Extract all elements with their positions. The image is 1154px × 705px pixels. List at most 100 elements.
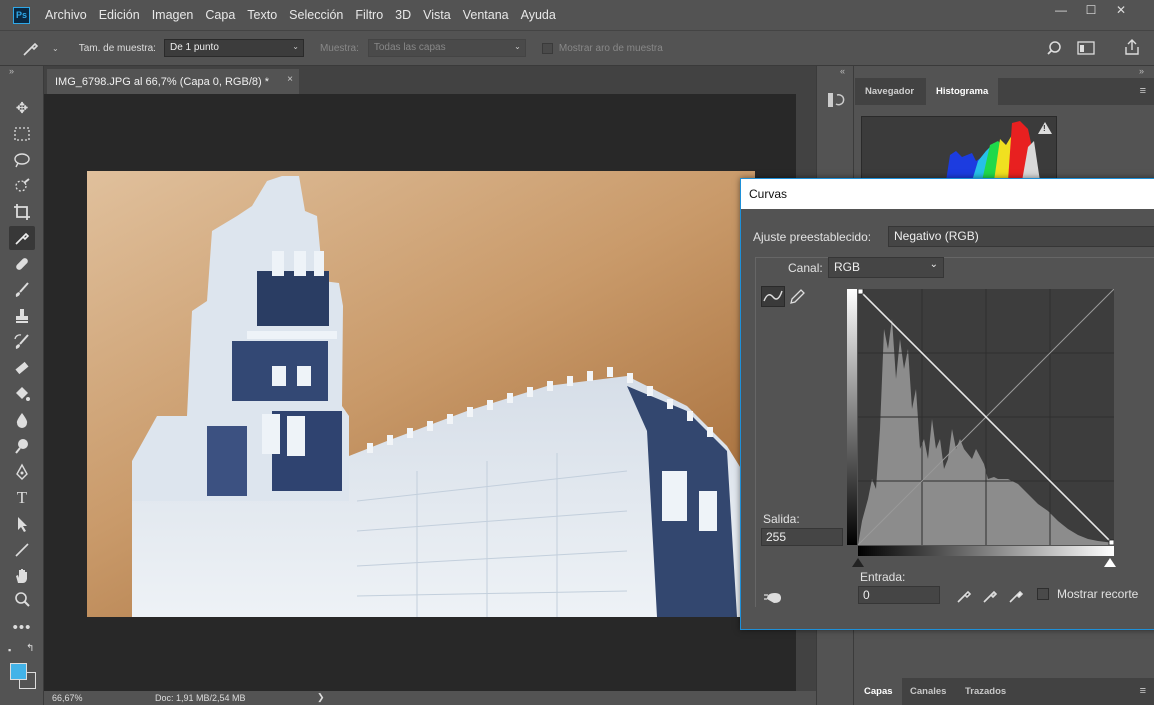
white-eyedropper-icon[interactable] — [1007, 587, 1025, 610]
eraser-tool-icon[interactable] — [9, 356, 35, 380]
menu-ventana[interactable]: Ventana — [457, 0, 515, 30]
sample-label: Muestra: — [319, 42, 359, 54]
quick-selection-tool-icon[interactable] — [9, 174, 35, 198]
curves-group-frame — [755, 257, 1154, 258]
output-field[interactable]: 255 — [761, 528, 843, 546]
white-point-slider[interactable] — [1104, 558, 1116, 567]
canvas-area[interactable] — [44, 94, 796, 691]
output-label: Salida: — [763, 512, 800, 526]
healing-brush-tool-icon[interactable] — [9, 252, 35, 276]
history-panel-icon[interactable] — [826, 90, 846, 115]
chevron-down-icon: ⌄ — [514, 42, 521, 51]
document-tab[interactable]: IMG_6798.JPG al 66,7% (Capa 0, RGB/8) * … — [47, 69, 299, 94]
collapse-dock-icon[interactable]: » — [1139, 66, 1144, 76]
input-label: Entrada: — [860, 570, 906, 584]
tools-panel: » ✥ T ••• ▪ ↰ — [0, 66, 44, 705]
show-ring-checkbox[interactable] — [541, 42, 553, 54]
search-icon[interactable] — [1046, 40, 1062, 59]
blur-tool-icon[interactable] — [9, 408, 35, 432]
menu-vista[interactable]: Vista — [417, 0, 457, 30]
app-logo: Ps — [13, 6, 30, 24]
menu-3d[interactable]: 3D — [389, 0, 417, 30]
warning-mark: ! — [1043, 124, 1046, 133]
clone-stamp-tool-icon[interactable] — [9, 304, 35, 328]
menu-edicion[interactable]: Edición — [93, 0, 146, 30]
dialog-title[interactable]: Curvas — [741, 179, 1154, 209]
curve-point-bottom — [1108, 539, 1114, 545]
menu-capa[interactable]: Capa — [199, 0, 241, 30]
tab-canales[interactable]: Canales — [901, 678, 955, 705]
path-selection-tool-icon[interactable] — [9, 512, 35, 536]
show-clipping-label: Mostrar recorte — [1057, 587, 1139, 601]
sample-size-value: De 1 punto — [169, 42, 219, 53]
curves-dialog: Curvas Ajuste preestablecido: Negativo (… — [740, 178, 1154, 630]
eyedropper-tool-icon[interactable] — [9, 226, 35, 250]
paint-bucket-tool-icon[interactable] — [9, 382, 35, 406]
crop-tool-icon[interactable] — [9, 200, 35, 224]
black-eyedropper-icon[interactable] — [955, 587, 973, 610]
chevron-down-icon: ⌄ — [929, 259, 938, 270]
sample-size-select[interactable]: De 1 punto ⌄ — [163, 39, 304, 57]
chevron-down-icon[interactable]: ⌄ — [52, 44, 59, 53]
menu-archivo[interactable]: Archivo — [39, 0, 93, 30]
gray-eyedropper-icon[interactable] — [981, 587, 999, 610]
window-controls: — ☐ ✕ — [1046, 0, 1136, 22]
status-expand-icon[interactable]: ❯ — [317, 692, 325, 703]
layers-menu-icon[interactable]: ≡ — [1140, 685, 1146, 697]
on-image-adjustment-icon[interactable] — [763, 589, 785, 610]
tab-trazados[interactable]: Trazados — [956, 678, 1015, 705]
type-tool-icon[interactable]: T — [9, 486, 35, 510]
menu-ayuda[interactable]: Ayuda — [515, 0, 562, 30]
move-tool-icon[interactable]: ✥ — [9, 96, 35, 120]
menu-filtro[interactable]: Filtro — [349, 0, 389, 30]
output-gradient-bar — [847, 289, 857, 545]
history-brush-tool-icon[interactable] — [9, 330, 35, 354]
foreground-color-swatch[interactable] — [10, 663, 27, 680]
black-point-slider[interactable] — [852, 558, 864, 567]
curve-point-top — [858, 289, 864, 295]
tab-histograma[interactable]: Histograma — [926, 78, 999, 105]
curves-group-frame-left — [755, 257, 756, 607]
panel-menu-icon[interactable]: ≡ — [1140, 85, 1146, 97]
document-tab-bar: IMG_6798.JPG al 66,7% (Capa 0, RGB/8) * … — [44, 66, 816, 94]
pencil-draw-icon[interactable] — [788, 288, 806, 311]
line-tool-icon[interactable] — [9, 538, 35, 562]
eyedropper-tool-preset-icon[interactable] — [22, 39, 52, 57]
more-tools-icon[interactable]: ••• — [9, 615, 35, 639]
tab-navegador[interactable]: Navegador — [855, 78, 924, 105]
curve-point-mode-icon[interactable] — [761, 286, 785, 307]
menu-texto[interactable]: Texto — [241, 0, 283, 30]
pen-tool-icon[interactable] — [9, 460, 35, 484]
menu-imagen[interactable]: Imagen — [146, 0, 200, 30]
workspace-icon[interactable] — [1077, 40, 1095, 59]
document-title: IMG_6798.JPG al 66,7% (Capa 0, RGB/8) * — [55, 75, 269, 88]
show-clipping-checkbox[interactable] — [1037, 588, 1049, 600]
dodge-tool-icon[interactable] — [9, 434, 35, 458]
zoom-tool-icon[interactable] — [9, 588, 35, 612]
zoom-level[interactable]: 66,67% — [52, 693, 83, 703]
minimize-button[interactable]: — — [1046, 0, 1076, 20]
curves-graph[interactable] — [858, 289, 1114, 545]
preset-select[interactable]: Negativo (RGB) — [888, 226, 1154, 247]
brush-tool-icon[interactable] — [9, 278, 35, 302]
hand-tool-icon[interactable] — [9, 564, 35, 588]
swap-colors-icon[interactable]: ↰ — [26, 643, 34, 654]
tab-capas[interactable]: Capas — [855, 678, 902, 705]
close-button[interactable]: ✕ — [1106, 0, 1136, 20]
sample-layers-value: Todas las capas — [373, 42, 446, 53]
maximize-button[interactable]: ☐ — [1076, 0, 1106, 20]
marquee-tool-icon[interactable] — [9, 122, 35, 146]
input-field[interactable]: 0 — [858, 586, 940, 604]
menu-seleccion[interactable]: Selección — [283, 0, 349, 30]
default-colors-icon[interactable]: ▪ — [8, 645, 11, 655]
share-icon[interactable] — [1124, 38, 1140, 59]
collapse-panels-icon[interactable]: « — [840, 66, 845, 76]
lasso-tool-icon[interactable] — [9, 148, 35, 172]
input-gradient-bar — [858, 546, 1114, 556]
channel-select[interactable]: RGB ⌄ — [828, 257, 944, 278]
collapse-toolbar-icon[interactable]: » — [9, 66, 14, 76]
inverted-cathedral-image[interactable] — [87, 171, 755, 617]
sample-layers-select[interactable]: Todas las capas ⌄ — [367, 39, 526, 57]
close-tab-icon[interactable]: × — [287, 74, 293, 85]
bottom-panel-tabs: Capas Canales Trazados ≡ — [855, 678, 1154, 705]
